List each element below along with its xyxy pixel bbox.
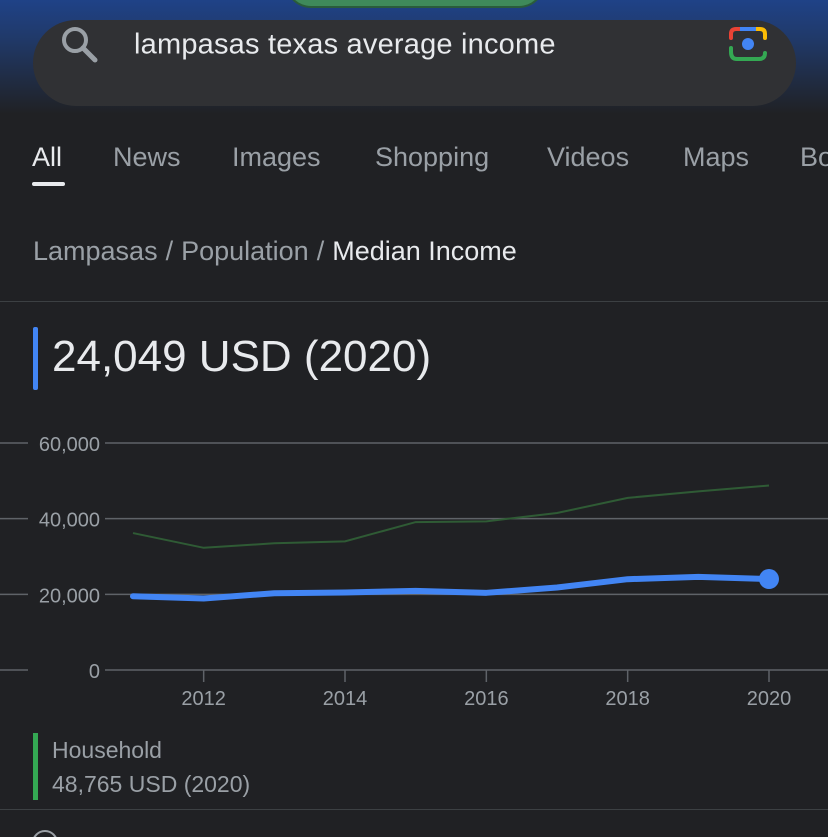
tab-all[interactable]: All xyxy=(32,142,62,173)
median-income-series-line xyxy=(130,573,772,602)
search-icon[interactable] xyxy=(60,25,100,65)
legend-color-bar xyxy=(33,733,38,800)
x-tick-label: 2020 xyxy=(747,688,792,710)
tab-videos[interactable]: Videos xyxy=(547,142,629,173)
circle-icon[interactable] xyxy=(32,830,58,837)
tab-books[interactable]: Bo xyxy=(800,142,828,173)
tab-shopping[interactable]: Shopping xyxy=(375,142,489,173)
legend-series-name: Household xyxy=(52,737,162,763)
y-tick-label: 0 xyxy=(89,661,100,683)
search-tabs: All News Images Shopping Videos Maps Bo xyxy=(0,138,828,188)
breadcrumb-separator: / xyxy=(316,236,325,266)
search-input[interactable]: lampasas texas average income xyxy=(134,29,556,62)
tab-images[interactable]: Images xyxy=(232,142,321,173)
divider xyxy=(0,809,828,810)
legend-series-value: 48,765 USD (2020) xyxy=(52,771,251,797)
latest-data-point xyxy=(759,569,779,590)
y-tick-label: 60,000 xyxy=(39,434,100,456)
y-tick-label: 20,000 xyxy=(39,585,100,607)
divider xyxy=(0,301,828,302)
income-chart: 0 20,000 40,000 60,000 2012 2014 2016 2018 2020 xyxy=(0,434,828,710)
active-tab-indicator xyxy=(32,182,65,186)
x-tick-label: 2018 xyxy=(605,688,650,710)
breadcrumb-item-median-income: Median Income xyxy=(332,236,517,266)
tab-news[interactable]: News xyxy=(113,142,181,173)
google-lens-icon[interactable] xyxy=(727,24,769,64)
x-tick-label: 2016 xyxy=(464,688,509,710)
breadcrumb: Lampasas / Population / Median Income xyxy=(33,236,517,267)
headline-accent-bar xyxy=(33,327,38,390)
household-series-line xyxy=(132,484,770,549)
breadcrumb-item-lampasas[interactable]: Lampasas xyxy=(33,236,158,266)
x-tick-label: 2012 xyxy=(181,688,226,710)
breadcrumb-separator: / xyxy=(165,236,174,266)
headline-value: 24,049 USD (2020) xyxy=(52,332,432,381)
y-tick-label: 40,000 xyxy=(39,510,100,532)
breadcrumb-item-population[interactable]: Population xyxy=(181,236,309,266)
tab-maps[interactable]: Maps xyxy=(683,142,749,173)
doodle-image[interactable] xyxy=(285,0,545,8)
x-tick-label: 2014 xyxy=(323,688,368,710)
